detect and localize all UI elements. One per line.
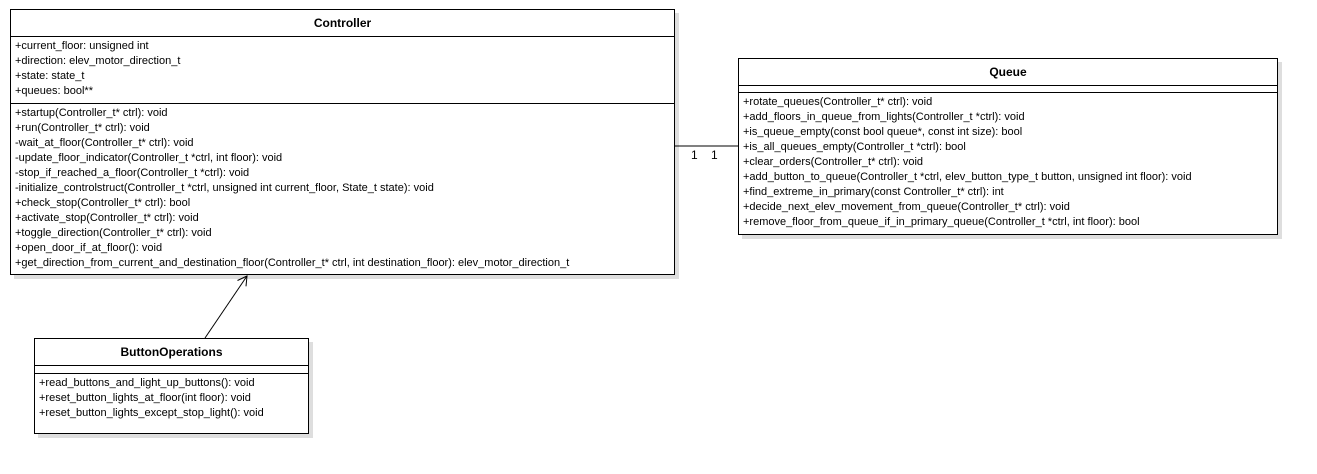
buttonoperations-methods: +read_buttons_and_light_up_buttons(): vo… — [35, 374, 308, 423]
method: +decide_next_elev_movement_from_queue(Co… — [743, 201, 1070, 213]
queue-class[interactable]: Queue +rotate_queues(Controller_t* ctrl)… — [738, 58, 1278, 235]
method: +open_door_if_at_floor(): void — [15, 242, 163, 254]
buttonoperations-class-name: ButtonOperations — [35, 339, 308, 366]
buttonops-controller-dependency[interactable] — [204, 275, 248, 339]
buttonoperations-attributes — [35, 366, 308, 374]
method: +is_all_queues_empty(Controller_t *ctrl)… — [743, 141, 966, 153]
buttonoperations-class[interactable]: ButtonOperations +read_buttons_and_light… — [34, 338, 309, 434]
method: +reset_button_lights_at_floor(int floor)… — [39, 392, 251, 404]
controller-attributes: +current_floor: unsigned int +direction:… — [11, 37, 674, 104]
method: +activate_stop(Controller_t* ctrl): void — [15, 212, 199, 224]
method: +rotate_queues(Controller_t* ctrl): void — [743, 96, 933, 108]
method: +find_extreme_in_primary(const Controlle… — [743, 186, 1004, 198]
method: +startup(Controller_t* ctrl): void — [15, 107, 168, 119]
method: -wait_at_floor(Controller_t* ctrl): void — [15, 137, 194, 149]
method: +clear_orders(Controller_t* ctrl): void — [743, 156, 924, 168]
queue-class-name: Queue — [739, 59, 1277, 86]
attribute: +queues: bool** — [15, 85, 93, 97]
method: +remove_floor_from_queue_if_in_primary_q… — [743, 216, 1140, 228]
multiplicity-queue-end: 1 — [711, 148, 718, 162]
method: +get_direction_from_current_and_destinat… — [15, 257, 570, 269]
method: +add_floors_in_queue_from_lights(Control… — [743, 111, 1025, 123]
controller-class[interactable]: Controller +current_floor: unsigned int … — [10, 9, 675, 275]
method: +add_button_to_queue(Controller_t *ctrl,… — [743, 171, 1192, 183]
method: -initialize_controlstruct(Controller_t *… — [15, 182, 434, 194]
method: +check_stop(Controller_t* ctrl): bool — [15, 197, 191, 209]
attribute: +current_floor: unsigned int — [15, 40, 149, 52]
method: +toggle_direction(Controller_t* ctrl): v… — [15, 227, 212, 239]
dependency-arrowhead — [237, 275, 248, 287]
method: -stop_if_reached_a_floor(Controller_t *c… — [15, 167, 250, 179]
attribute: +state: state_t — [15, 70, 85, 82]
queue-methods: +rotate_queues(Controller_t* ctrl): void… — [739, 93, 1277, 232]
attribute: +direction: elev_motor_direction_t — [15, 55, 181, 67]
method: +is_queue_empty(const bool queue*, const… — [743, 126, 1023, 138]
method: +run(Controller_t* ctrl): void — [15, 122, 150, 134]
method: +reset_button_lights_except_stop_light()… — [39, 407, 264, 419]
method: +read_buttons_and_light_up_buttons(): vo… — [39, 377, 255, 389]
controller-class-name: Controller — [11, 10, 674, 37]
method: -update_floor_indicator(Controller_t *ct… — [15, 152, 283, 164]
queue-attributes — [739, 86, 1277, 93]
multiplicity-controller-end: 1 — [691, 148, 698, 162]
controller-methods: +startup(Controller_t* ctrl): void +run(… — [11, 104, 674, 273]
